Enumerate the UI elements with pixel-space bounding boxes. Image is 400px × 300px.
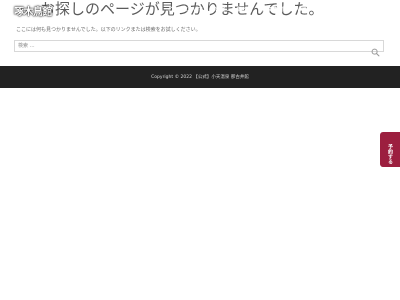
reserve-button-label: 予約する: [387, 144, 393, 164]
search-input[interactable]: [18, 42, 358, 50]
nav-item-label: 周辺観光: [317, 7, 338, 13]
chevron-down-icon: ⌄: [253, 7, 257, 12]
nav-item-cuisine[interactable]: 御料理⌄: [237, 6, 256, 13]
nav-item-stay[interactable]: ご宿泊について⌄: [168, 6, 207, 13]
chevron-down-icon: ⌄: [203, 7, 208, 12]
nav-item-rooms[interactable]: 客室⌄: [215, 6, 229, 13]
nav-item-label: 感染症対策について: [262, 7, 307, 13]
nav-item-infection-control[interactable]: 感染症対策について: [262, 6, 307, 13]
search-form: [14, 40, 384, 57]
reserve-button[interactable]: 予約する: [380, 132, 400, 167]
nav-item-label: 地域貢献活動: [346, 7, 377, 13]
copyright-text: Copyright © 2022 【公式】小天温泉 那古井館: [151, 75, 249, 80]
nav-item-sightseeing[interactable]: 周辺観光: [317, 6, 337, 13]
site-footer: Copyright © 2022 【公式】小天温泉 那古井館: [0, 66, 400, 88]
search-icon[interactable]: [371, 42, 380, 57]
not-found-message: ここには何も見つかりませんでした。以下のリンクまたは検索をお試しください。: [16, 27, 201, 33]
chevron-down-icon: ⌄: [226, 7, 230, 12]
site-logo[interactable]: 啄木鳥館: [14, 3, 53, 18]
site-header: お探しのページが見つかりませんでした。 啄木鳥館 ご宿泊について⌄ 客室⌄ 御料…: [0, 0, 400, 20]
nav-item-label: 御料理: [237, 7, 253, 13]
nav-item-label: 客室: [215, 7, 226, 13]
nav-item-community[interactable]: 地域貢献活動: [346, 6, 376, 13]
nav-item-label: ご宿泊について: [168, 7, 203, 13]
